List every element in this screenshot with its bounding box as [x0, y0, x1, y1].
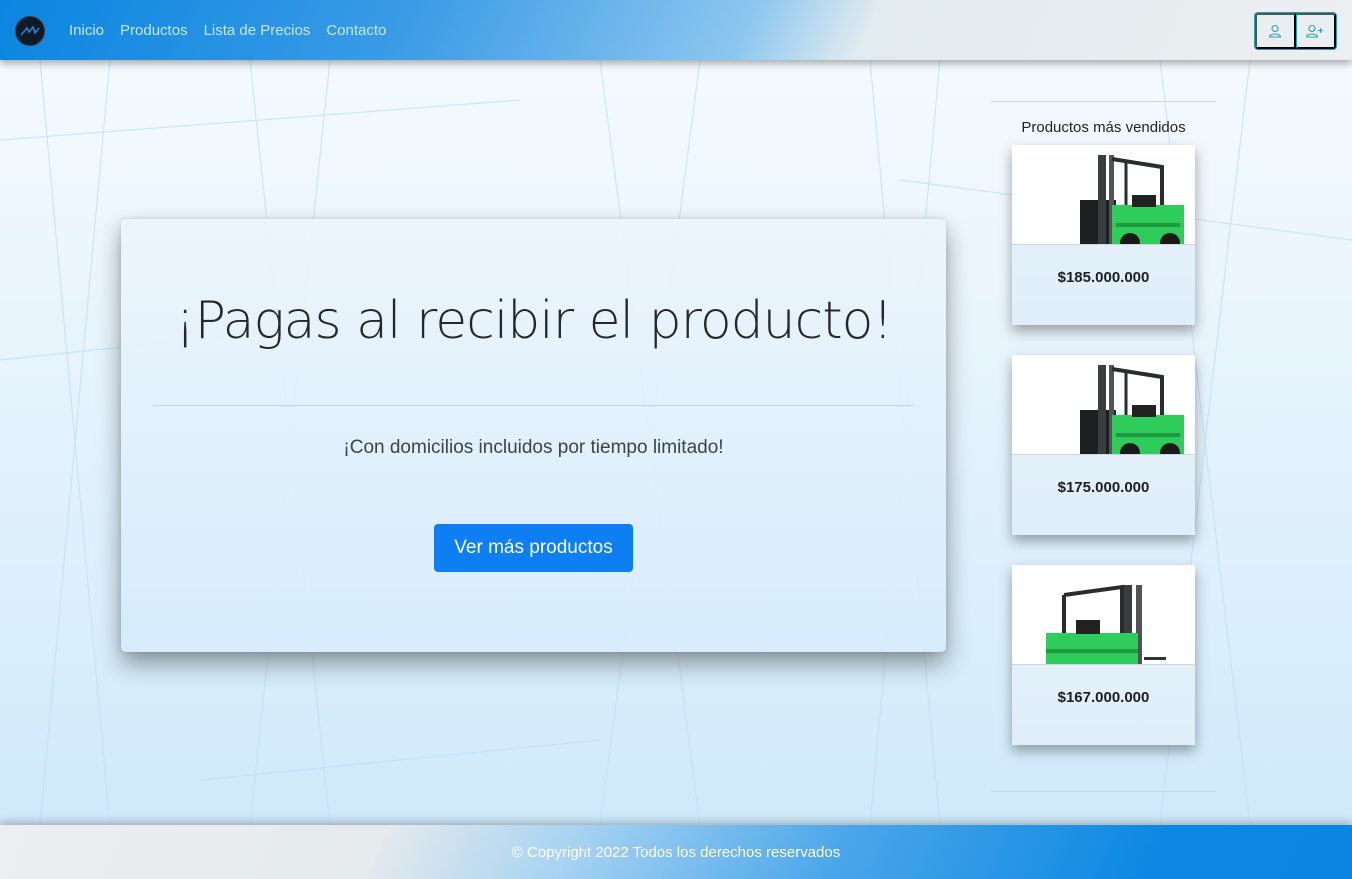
- ver-mas-productos-button[interactable]: Ver más productos: [434, 524, 633, 572]
- footer: © Copyright 2022 Todos los derechos rese…: [0, 825, 1352, 879]
- nav-link-lista-de-precios[interactable]: Lista de Precios: [204, 22, 311, 39]
- product-image: [1012, 565, 1195, 665]
- hero-subtitle: ¡Con domicilios incluidos por tiempo lim…: [343, 437, 724, 458]
- hero-card: ¡Pagas al recibir el producto! ¡Con domi…: [121, 219, 946, 652]
- register-user-icon: [1306, 24, 1324, 38]
- forklift-image: [1080, 155, 1184, 244]
- product-image: [1012, 145, 1195, 245]
- login-user-icon: [1269, 24, 1282, 38]
- sidebar-top-divider: [991, 101, 1216, 102]
- navbar: Inicio Productos Lista de Precios Contac…: [0, 0, 1352, 60]
- login-button[interactable]: [1255, 13, 1296, 49]
- nav-link-inicio[interactable]: Inicio: [69, 22, 104, 39]
- product-card[interactable]: $185.000.000: [1012, 145, 1195, 325]
- product-price: $185.000.000: [1057, 269, 1150, 286]
- nav-link-productos[interactable]: Productos: [120, 22, 188, 39]
- sidebar-title: Productos más vendidos: [1021, 119, 1186, 136]
- nav-link-contacto[interactable]: Contacto: [326, 22, 386, 39]
- hero-title: ¡Pagas al recibir el producto!: [174, 291, 894, 351]
- hero-divider: [153, 405, 914, 406]
- auth-button-group: [1254, 12, 1337, 50]
- product-image: [1012, 355, 1195, 455]
- product-price: $167.000.000: [1057, 689, 1150, 706]
- register-button[interactable]: [1295, 13, 1336, 49]
- forklift-image: [1080, 365, 1184, 454]
- product-price: $175.000.000: [1057, 479, 1150, 496]
- product-card[interactable]: $175.000.000: [1012, 355, 1195, 535]
- nav-links: Inicio Productos Lista de Precios Contac…: [69, 22, 386, 39]
- sidebar-bottom-divider: [991, 791, 1216, 792]
- brand-logo-icon: [20, 25, 40, 36]
- brand-logo[interactable]: [15, 16, 45, 46]
- forklift-image: [1046, 584, 1166, 664]
- copyright-text: © Copyright 2022 Todos los derechos rese…: [511, 844, 841, 861]
- product-card[interactable]: $167.000.000: [1012, 565, 1195, 745]
